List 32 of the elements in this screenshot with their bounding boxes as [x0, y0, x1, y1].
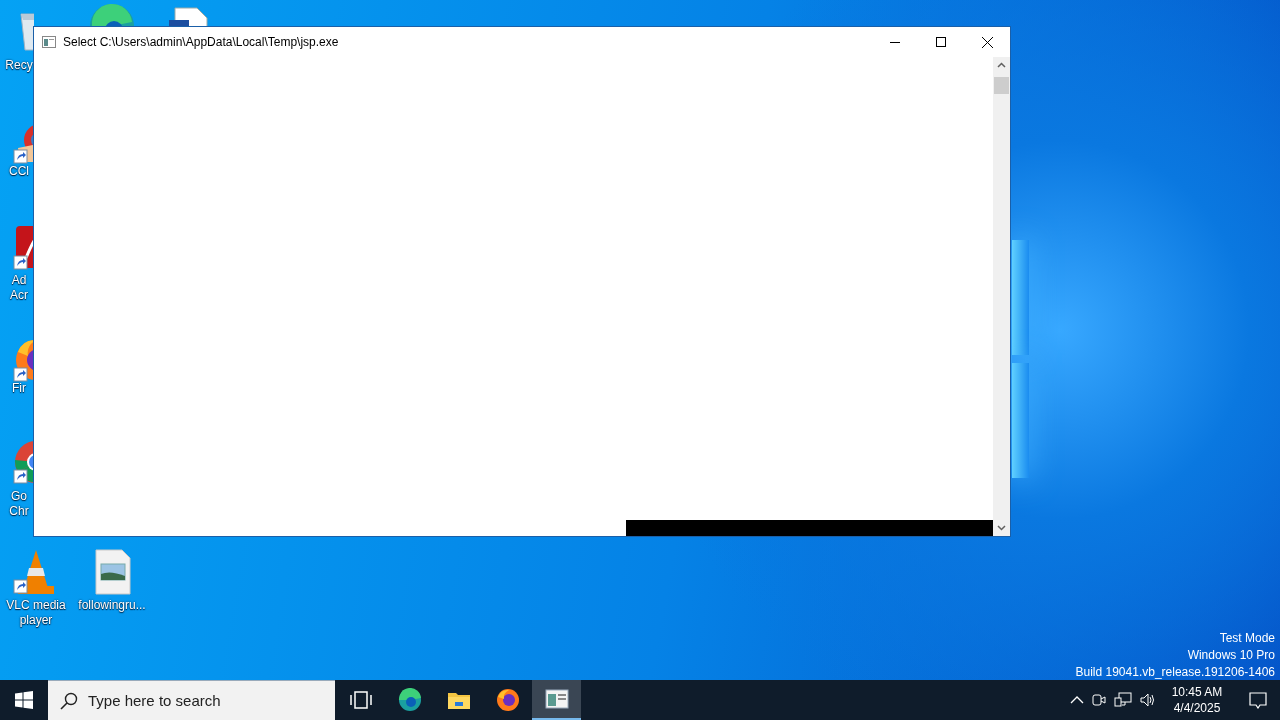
window-title: Select C:\Users\admin\AppData\Local\Temp\jsp.exe: [63, 35, 340, 49]
speech-bubble-icon: [1249, 691, 1267, 709]
console-icon: [42, 36, 56, 48]
search-placeholder: Type here to search: [88, 692, 221, 709]
windows-logo-icon: [15, 691, 33, 709]
icon-label: Fir: [11, 381, 27, 396]
console-window-icon: [544, 687, 569, 711]
icon-label: Ad Acr: [9, 273, 29, 303]
icon-label: Recy: [4, 58, 34, 73]
windows-logo-icon: [1012, 240, 1029, 478]
icon-label: Go Chr: [8, 489, 30, 519]
scrollbar[interactable]: [993, 57, 1010, 536]
icon-label: VLC media player: [5, 598, 67, 628]
taskbar-button[interactable]: [532, 680, 581, 720]
search-icon: [60, 691, 78, 710]
network-icon[interactable]: [1114, 692, 1132, 708]
close-icon: [981, 36, 993, 48]
firefox-icon: [495, 688, 520, 712]
maximize-icon: [936, 37, 946, 47]
system-info-text: Windows 10 Pro: [1187, 647, 1275, 664]
icon-label: CCl: [8, 164, 30, 179]
task-view-icon: [348, 688, 373, 712]
browser-icon: [397, 688, 422, 712]
pdf-icon[interactable]: [12, 224, 34, 272]
system-info-text: Test Mode: [1219, 630, 1275, 647]
icon-label: followingru...: [77, 598, 147, 613]
system-info-text: Build 19041.vb_release.191206-1406: [1075, 664, 1275, 680]
scrollbar-thumb[interactable]: [994, 77, 1009, 94]
clock[interactable]: 10:45 AM 4/4/2025: [1164, 684, 1230, 716]
camera-icon[interactable]: [1091, 692, 1107, 708]
search-field[interactable]: Type here to search: [48, 680, 335, 720]
volume-icon[interactable]: [1139, 692, 1157, 708]
